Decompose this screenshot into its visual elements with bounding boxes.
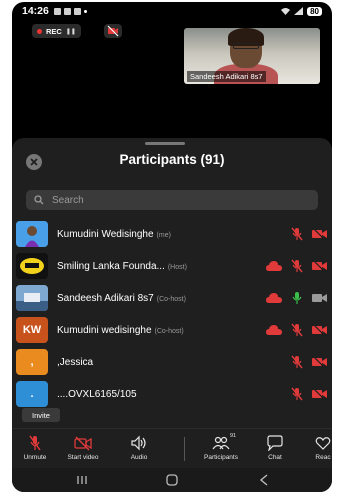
video-off-icon[interactable] <box>312 324 328 336</box>
participant-name: Sandeesh Adikari 8s7 (Co-host) <box>57 292 186 304</box>
participant-controls <box>290 355 328 369</box>
video-off-icon[interactable] <box>312 356 328 368</box>
status-time: 14:26 <box>22 5 49 17</box>
mic-muted-icon[interactable] <box>290 259 304 273</box>
logo-avatar-icon <box>16 253 48 279</box>
start-video-button[interactable]: Start video <box>58 435 108 461</box>
search-bar[interactable] <box>26 190 318 210</box>
participant-row-kumudini-me[interactable]: Kumudini Wedisinghe (me) <box>12 218 332 250</box>
participant-name: Smiling Lanka Founda... (Host) <box>57 260 187 272</box>
chat-label: Chat <box>268 454 282 461</box>
participant-row-smiling-lanka[interactable]: Smiling Lanka Founda... (Host) <box>12 250 332 282</box>
speaker-icon <box>131 435 146 451</box>
mic-muted-icon[interactable] <box>290 323 304 337</box>
mail-icon <box>73 7 81 15</box>
participant-name: ....OVXL6165/105 <box>57 388 137 400</box>
participant-name: Kumudini wedisinghe (Co-host) <box>57 324 184 336</box>
self-video-name: Sandeesh Adikari 8s7 <box>187 71 266 82</box>
participant-controls <box>266 323 328 337</box>
avatar: , <box>16 349 48 375</box>
meeting-toolbar: Unmute Start video Audio 91 Participants… <box>12 428 332 468</box>
status-bar: 14:26 80 <box>12 2 332 20</box>
participants-icon-wrap: 91 <box>212 433 236 451</box>
audio-label: Audio <box>130 454 148 461</box>
react-button[interactable]: Reac <box>298 435 332 461</box>
mic-muted-icon[interactable] <box>290 227 304 241</box>
toolbar-divider <box>184 437 185 461</box>
participant-row-sandeesh[interactable]: Sandeesh Adikari 8s7 (Co-host) <box>12 282 332 314</box>
start-video-label: Start video <box>67 454 99 461</box>
wifi-icon <box>281 8 291 15</box>
home-icon <box>166 474 178 486</box>
chat-icon <box>267 435 283 451</box>
search-icon <box>34 195 44 205</box>
participant-controls <box>290 387 328 401</box>
notification-icons <box>53 7 87 15</box>
gallery-icon <box>63 7 71 15</box>
recent-apps-icon <box>77 476 87 484</box>
video-off-indicator[interactable] <box>104 24 122 38</box>
participant-row-kumudini-cohost[interactable]: KW Kumudini wedisinghe (Co-host) <box>12 314 332 346</box>
mic-muted-icon <box>29 435 41 451</box>
more-notifications-icon <box>83 9 87 13</box>
record-dot-icon <box>37 28 42 34</box>
participants-count: 91 <box>230 433 237 439</box>
recent-apps-button[interactable] <box>74 472 90 488</box>
heart-icon <box>315 437 331 450</box>
cloud-icon <box>266 325 282 335</box>
participants-button[interactable]: 91 Participants <box>196 433 246 461</box>
mic-muted-icon[interactable] <box>290 387 304 401</box>
participants-icon <box>212 436 230 450</box>
chat-button[interactable]: Chat <box>250 435 300 461</box>
avatar <box>16 285 48 311</box>
message-icon <box>53 7 61 15</box>
video-off-icon[interactable] <box>312 260 328 272</box>
system-nav-bar <box>12 468 332 492</box>
avatar-photo-icon <box>16 285 48 311</box>
participant-row-ovxl[interactable]: . ....OVXL6165/105 <box>12 378 332 410</box>
avatar <box>16 221 48 247</box>
avatar: KW <box>16 317 48 343</box>
invite-button[interactable]: Invite <box>22 408 60 422</box>
search-input[interactable] <box>52 194 292 206</box>
audio-button[interactable]: Audio <box>114 435 164 461</box>
avatar: . <box>16 381 48 407</box>
participant-controls <box>266 259 328 273</box>
participant-name: Kumudini Wedisinghe (me) <box>57 228 171 240</box>
signal-icon <box>294 7 304 15</box>
pause-icon: ❚❚ <box>65 28 76 35</box>
panel-title: Participants (91) <box>119 152 225 167</box>
participant-controls <box>266 291 328 305</box>
video-off-icon[interactable] <box>312 388 328 400</box>
participant-row-jessica[interactable]: , ,Jessica <box>12 346 332 378</box>
react-label: Reac <box>315 454 331 461</box>
phone-screen: 14:26 80 REC ❚❚ Sandeesh Adikari 8s7 Par… <box>12 2 332 492</box>
video-off-icon <box>74 436 92 451</box>
unmute-button[interactable]: Unmute <box>12 435 60 461</box>
participant-controls <box>290 227 328 241</box>
back-icon <box>259 474 268 486</box>
avatar-photo-icon <box>16 221 48 247</box>
recording-indicator[interactable]: REC ❚❚ <box>32 24 81 38</box>
cloud-icon <box>266 293 282 303</box>
back-button[interactable] <box>256 472 272 488</box>
participant-name: ,Jessica <box>57 356 94 368</box>
drag-handle[interactable] <box>145 142 185 145</box>
video-off-icon <box>107 25 119 37</box>
cloud-icon <box>266 261 282 271</box>
home-button[interactable] <box>164 472 180 488</box>
participant-list: Kumudini Wedisinghe (me) Smiling Lanka F… <box>12 218 332 410</box>
mic-muted-icon[interactable] <box>290 355 304 369</box>
participants-label: Participants <box>204 454 238 461</box>
video-off-icon[interactable] <box>312 228 328 240</box>
self-video-thumbnail[interactable]: Sandeesh Adikari 8s7 <box>184 28 320 84</box>
video-on-icon[interactable] <box>312 292 328 304</box>
video-person-glasses <box>233 43 259 49</box>
mic-on-icon[interactable] <box>290 291 304 305</box>
recording-label: REC <box>46 26 62 36</box>
unmute-label: Unmute <box>23 454 47 461</box>
avatar <box>16 253 48 279</box>
system-icons: 80 <box>281 6 322 16</box>
battery-icon: 80 <box>307 6 322 16</box>
